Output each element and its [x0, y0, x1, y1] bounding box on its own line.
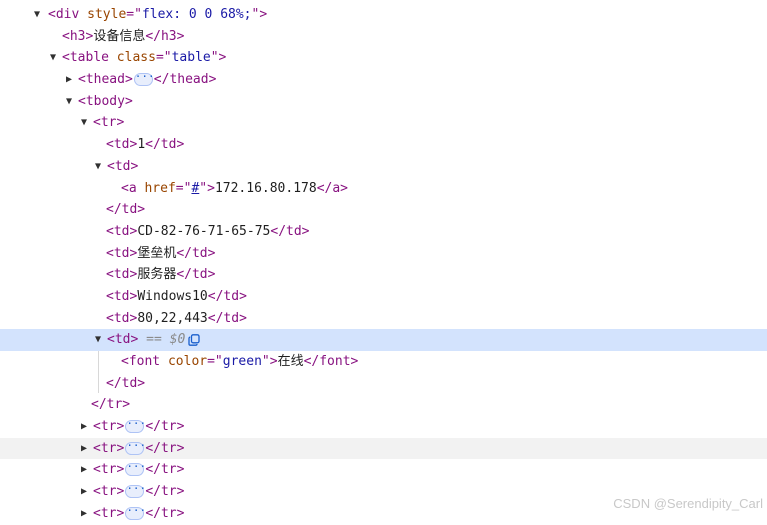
- node-h3[interactable]: <h3>设备信息</h3>: [0, 26, 767, 48]
- node-td-5-markup: <td>服务器</td>: [106, 267, 216, 283]
- node-td-8-markup: <td> == $0: [107, 329, 200, 351]
- node-td-8-close-markup: </td>: [106, 375, 146, 391]
- node-h3-markup: <h3>设备信息</h3>: [62, 28, 185, 44]
- node-td-2-close-markup: </td>: [106, 202, 146, 218]
- collapsed-triangle-icon[interactable]: ▶: [78, 503, 90, 525]
- node-tr-collapsed-markup: <tr> ···</tr>: [93, 503, 185, 521]
- node-font[interactable]: <font color="green">在线</font>: [0, 351, 767, 373]
- node-td-3[interactable]: <td>CD-82-76-71-65-75</td>: [0, 221, 767, 243]
- node-td-5[interactable]: <td>服务器</td>: [0, 264, 767, 286]
- node-tr-expanded[interactable]: ▼ <tr>: [0, 112, 767, 134]
- indent-guide: [98, 351, 99, 393]
- expanded-triangle-icon[interactable]: ▼: [63, 91, 75, 113]
- ellipsis-icon[interactable]: ···: [125, 461, 146, 477]
- node-td-7-markup: <td>80,22,443</td>: [106, 310, 247, 326]
- expanded-triangle-icon[interactable]: ▼: [78, 112, 90, 134]
- node-td-2[interactable]: ▼ <td>: [0, 156, 767, 178]
- node-div[interactable]: ▼ <div style="flex: 0 0 68%;">: [0, 4, 767, 26]
- node-tr-markup: <tr>: [93, 115, 125, 131]
- expanded-triangle-icon[interactable]: ▼: [92, 156, 104, 178]
- ellipsis-icon[interactable]: ···: [125, 418, 146, 434]
- node-thead[interactable]: ▶ <thead> ···</thead>: [0, 69, 767, 91]
- expanded-triangle-icon[interactable]: ▼: [47, 47, 59, 69]
- copy-icon[interactable]: [188, 333, 200, 346]
- node-table-markup: <table class="table">: [62, 50, 227, 66]
- ellipsis-icon[interactable]: ···: [125, 483, 146, 499]
- ellipsis-icon[interactable]: ···: [125, 440, 146, 455]
- node-tr-close[interactable]: </tr>: [0, 394, 767, 416]
- node-tbody-markup: <tbody>: [78, 93, 133, 109]
- node-td-8-selected[interactable]: ▼ <td> == $0: [0, 329, 767, 351]
- collapsed-triangle-icon[interactable]: ▶: [78, 416, 90, 438]
- node-tr-collapsed-markup: <tr> ···</tr>: [93, 438, 185, 456]
- watermark: CSDN @Serendipity_Carl: [613, 496, 763, 511]
- node-td-1[interactable]: <td>1</td>: [0, 134, 767, 156]
- selected-node-marker: == $0: [146, 332, 186, 348]
- node-tr-collapsed[interactable]: ▶ <tr> ···</tr>: [0, 459, 767, 481]
- node-div-markup: <div style="flex: 0 0 68%;">: [48, 7, 268, 22]
- collapsed-triangle-icon[interactable]: ▶: [78, 459, 90, 481]
- collapsed-triangle-icon[interactable]: ▶: [63, 69, 75, 91]
- node-tbody[interactable]: ▼ <tbody>: [0, 91, 767, 113]
- collapsed-triangle-icon[interactable]: ▶: [78, 481, 90, 503]
- node-td-7[interactable]: <td>80,22,443</td>: [0, 308, 767, 330]
- node-tr-close-markup: </tr>: [91, 397, 131, 413]
- ellipsis-icon[interactable]: ···: [125, 505, 146, 520]
- node-tr-collapsed-markup: <tr> ···</tr>: [93, 460, 185, 478]
- node-td-1-markup: <td>1</td>: [106, 137, 185, 153]
- node-tr-collapsed-markup: <tr> ···</tr>: [93, 482, 185, 500]
- node-td-6[interactable]: <td>Windows10</td>: [0, 286, 767, 308]
- node-td-3-markup: <td>CD-82-76-71-65-75</td>: [106, 223, 310, 239]
- node-td-2-close[interactable]: </td>: [0, 199, 767, 221]
- node-font-markup: <font color="green">在线</font>: [121, 354, 359, 369]
- node-td-2-markup: <td>: [107, 158, 139, 174]
- collapsed-triangle-icon[interactable]: ▶: [78, 438, 90, 460]
- node-a[interactable]: <a href="#">172.16.80.178</a>: [0, 178, 767, 200]
- node-thead-markup: <thead> ···</thead>: [78, 70, 217, 88]
- ellipsis-icon[interactable]: ···: [133, 71, 155, 87]
- node-td-4-markup: <td>堡垒机</td>: [106, 245, 216, 261]
- node-td-8-close[interactable]: </td>: [0, 373, 767, 395]
- node-a-markup: <a href="#">172.16.80.178</a>: [121, 180, 348, 196]
- node-tr-collapsed[interactable]: ▶ <tr> ···</tr>: [0, 416, 767, 438]
- elements-tree: ▼ <div style="flex: 0 0 68%;"> <h3>设备信息<…: [0, 4, 767, 525]
- node-tr-collapsed-markup: <tr> ···</tr>: [93, 417, 185, 435]
- node-td-4[interactable]: <td>堡垒机</td>: [0, 243, 767, 265]
- node-table[interactable]: ▼ <table class="table">: [0, 47, 767, 69]
- node-tr-collapsed[interactable]: ▶ <tr> ···</tr>: [0, 437, 767, 460]
- node-td-6-markup: <td>Windows10</td>: [106, 288, 247, 304]
- expanded-triangle-icon[interactable]: ▼: [31, 4, 43, 26]
- expanded-triangle-icon[interactable]: ▼: [92, 329, 104, 351]
